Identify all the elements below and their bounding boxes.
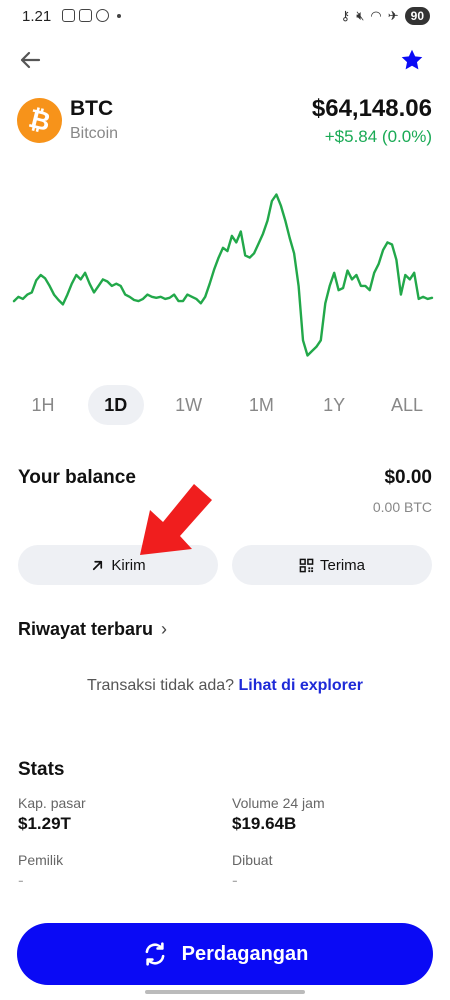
balance-label: Your balance [18,467,136,488]
swap-arrows-icon [145,942,165,966]
price-change: +$5.84 (0.0%) [324,127,432,146]
notification-icon [79,9,92,22]
mute-icon: 🔇︎ [356,8,365,23]
key-icon: ⚷ [340,8,351,23]
stat-value: - [18,871,24,890]
trade-button[interactable]: Perdagangan [17,923,433,985]
stat-label: Kap. pasar [18,795,86,811]
stat-value: $19.64B [232,814,297,833]
timeframe-1w[interactable]: 1W [161,385,217,425]
timeframe-1d[interactable]: 1D [87,385,144,425]
stat-holders: Pemilik - [18,852,218,891]
more-notifications-icon [117,13,121,18]
arrow-left-icon [20,51,41,69]
explorer-link[interactable]: Lihat di explorer [239,677,363,694]
chevron-right-icon: › [161,619,168,639]
favorite-button[interactable] [398,46,426,74]
balance-btc: 0.00 BTC [372,499,432,515]
balance-usd: $0.00 [384,467,432,488]
wifi-icon: ◠ [370,8,382,23]
empty-transactions: Transaksi tidak ada? Lihat di explorer [0,677,450,695]
home-indicator [145,990,305,994]
stat-label: Pemilik [18,852,64,868]
battery-indicator: 90 [404,7,430,25]
stat-label: Dibuat [232,852,273,868]
receive-label: Terima [319,556,365,574]
coin-symbol: BTC [70,97,114,120]
qr-code-icon [299,558,314,573]
notification-icon [96,9,109,22]
history-title: Riwayat terbaru [18,619,154,639]
system-icons: ⚷ 🔇︎ ◠ ✈ 90 [341,7,430,25]
timeframe-all[interactable]: ALL [379,385,435,425]
timeframe-1h[interactable]: 1H [15,385,71,425]
notification-icon [62,9,75,22]
stat-created: Dibuat - [232,852,432,891]
stat-value: $1.29T [18,814,71,833]
status-time: 1.21 [22,8,52,25]
stat-market-cap: Kap. pasar $1.29T [18,795,218,834]
stat-volume: Volume 24 jam $19.64B [232,795,432,834]
bitcoin-logo-icon: ₿ [17,98,62,143]
timeframe-selector: 1H 1D 1W 1M 1Y ALL [15,385,435,425]
trade-label: Perdagangan [181,942,309,965]
history-link[interactable]: Riwayat terbaru › [18,619,167,640]
back-button[interactable] [16,46,44,74]
price-line [12,193,434,357]
arrow-up-right-icon [90,558,105,573]
stat-value: - [232,871,238,890]
red-pointer-arrow-icon [140,484,212,555]
status-bar: 1.21 ⚷ 🔇︎ ◠ ✈ 90 [0,0,450,34]
price-chart[interactable] [0,180,450,370]
empty-transactions-text: Transaksi tidak ada? [87,677,235,694]
airplane-icon: ✈ [387,8,399,23]
star-icon [401,49,423,70]
stats-title: Stats [18,759,65,780]
stat-label: Volume 24 jam [232,795,325,811]
receive-button[interactable]: Terima [232,545,432,585]
coin-price: $64,148.06 [311,95,432,122]
coin-name: Bitcoin [70,125,119,142]
timeframe-1m[interactable]: 1M [233,385,289,425]
timeframe-1y[interactable]: 1Y [306,385,362,425]
notification-icons [62,9,121,22]
